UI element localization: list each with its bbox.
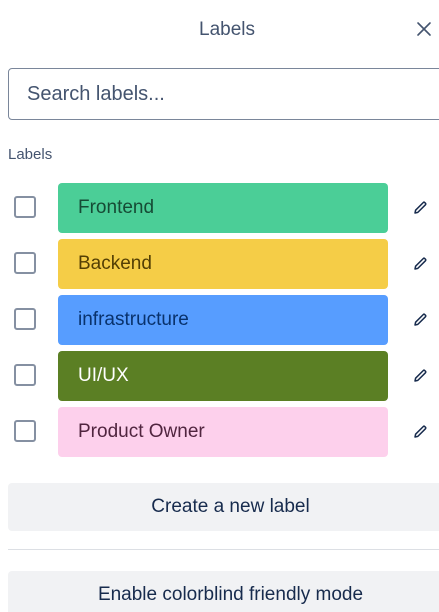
pencil-icon	[414, 425, 427, 438]
label-chip[interactable]: Backend	[58, 239, 388, 289]
label-name: Product Owner	[78, 421, 205, 442]
edit-label-button[interactable]	[408, 308, 432, 332]
pencil-icon	[414, 313, 427, 326]
label-name: infrastructure	[78, 309, 189, 330]
label-name: Frontend	[78, 197, 155, 218]
popover-header: Labels	[0, 0, 439, 60]
label-checkbox[interactable]	[14, 252, 36, 274]
label-row: Backend	[0, 239, 439, 289]
labels-section-title: Labels	[8, 146, 53, 163]
pencil-icon	[414, 257, 427, 270]
divider	[8, 549, 439, 550]
close-button[interactable]	[412, 17, 436, 41]
label-name: UI/UX	[78, 365, 129, 386]
label-row: infrastructure	[0, 295, 439, 345]
label-checkbox[interactable]	[14, 420, 36, 442]
edit-label-button[interactable]	[408, 364, 432, 388]
label-chip[interactable]: Frontend	[58, 183, 388, 233]
pencil-icon	[414, 369, 427, 382]
label-checkbox[interactable]	[14, 364, 36, 386]
colorblind-mode-button[interactable]: Enable colorblind friendly mode	[8, 571, 439, 612]
edit-label-button[interactable]	[408, 252, 432, 276]
label-row: Product Owner	[0, 407, 439, 457]
search-labels-input[interactable]	[8, 68, 439, 120]
label-chip[interactable]: UI/UX	[58, 351, 388, 401]
label-checkbox[interactable]	[14, 196, 36, 218]
create-label-button[interactable]: Create a new label	[8, 483, 439, 531]
edit-label-button[interactable]	[408, 420, 432, 444]
close-icon	[417, 22, 431, 36]
popover-title: Labels	[199, 19, 255, 40]
label-chip[interactable]: Product Owner	[58, 407, 388, 457]
label-name: Backend	[78, 253, 152, 274]
pencil-icon	[414, 201, 427, 214]
label-chip[interactable]: infrastructure	[58, 295, 388, 345]
labels-popover: Labels Labels Frontend Backend infrastruct…	[0, 0, 439, 612]
label-row: UI/UX	[0, 351, 439, 401]
edit-label-button[interactable]	[408, 196, 432, 220]
label-row: Frontend	[0, 183, 439, 233]
label-checkbox[interactable]	[14, 308, 36, 330]
